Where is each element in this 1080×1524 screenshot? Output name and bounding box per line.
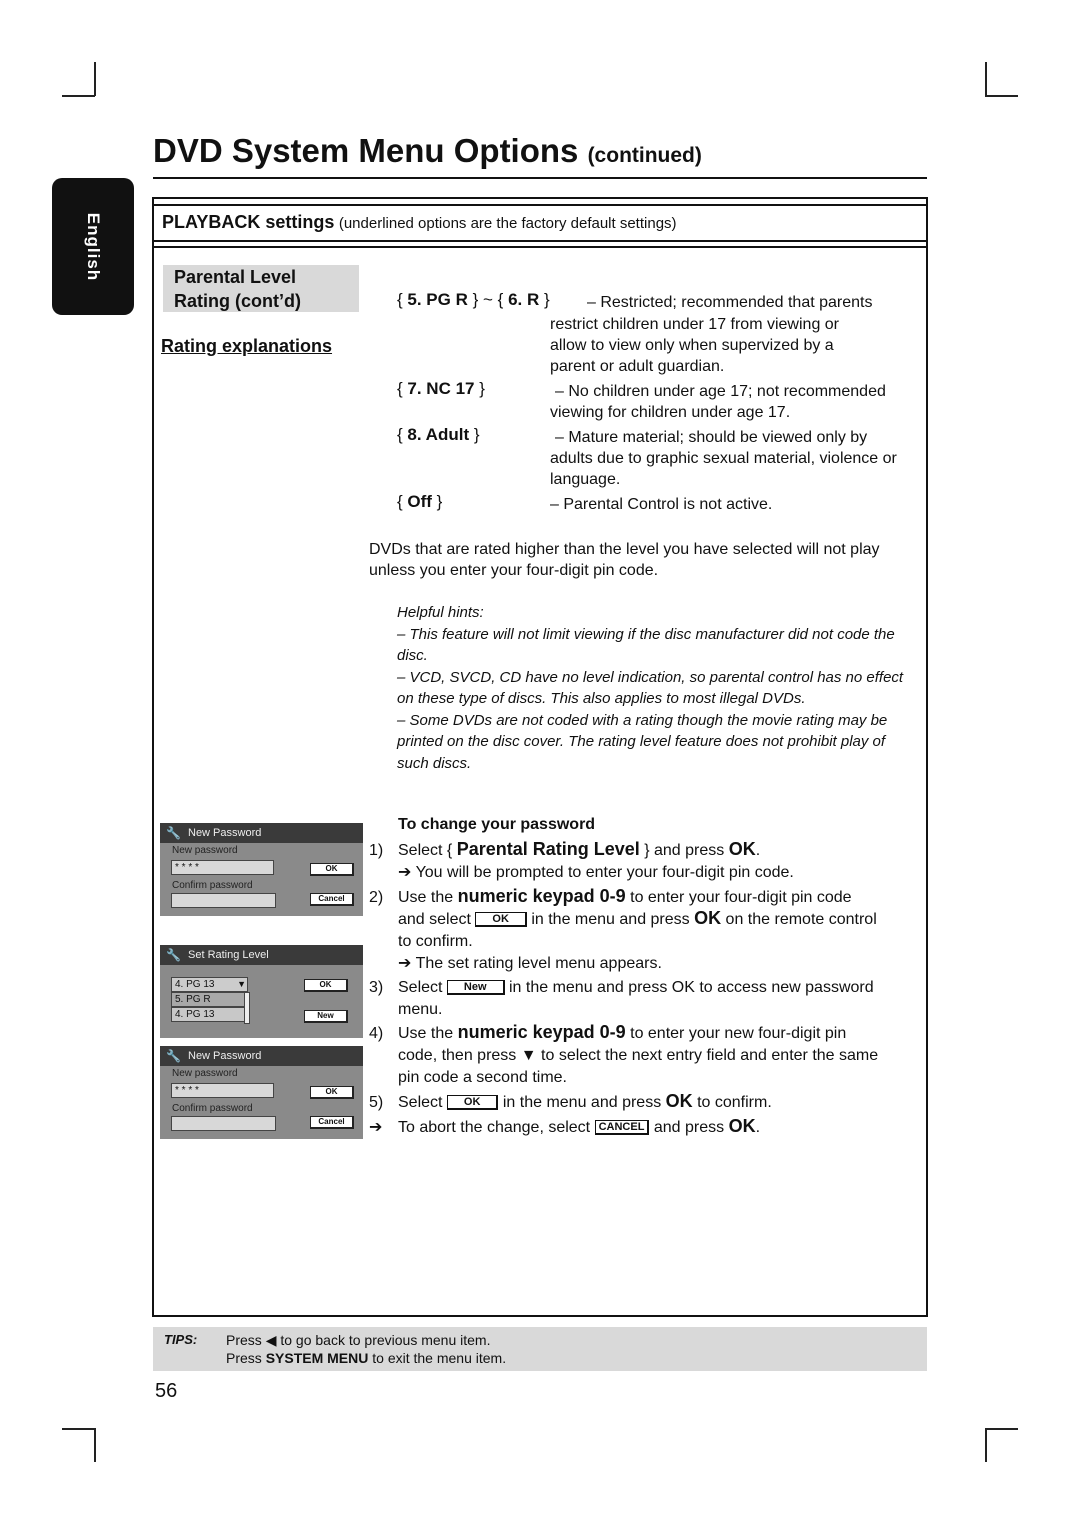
ok-button[interactable]: OK: [304, 979, 348, 992]
wrench-icon: 🔧: [166, 826, 181, 840]
ok-button-glyph: OK: [446, 1094, 499, 1110]
new-password-field[interactable]: * * * *: [171, 860, 274, 875]
dropdown-arrow-icon: ▼: [237, 979, 246, 989]
ok-button[interactable]: OK: [310, 1086, 354, 1099]
crop-mark: [985, 95, 1018, 97]
wrench-icon: 🔧: [166, 1049, 181, 1063]
left-arrow-icon: ◀: [265, 1332, 277, 1348]
title-suffix: (continued): [587, 144, 702, 167]
setting-name-line: Parental Level: [174, 267, 297, 287]
cancel-button[interactable]: Cancel: [310, 893, 354, 906]
rating-key: { Off }: [397, 492, 443, 511]
new-button[interactable]: New: [304, 1010, 348, 1023]
ok-button-glyph: OK: [475, 912, 527, 928]
section-header: PLAYBACK settings (underlined options ar…: [162, 212, 677, 233]
page-title: DVD System Menu Options (continued): [153, 132, 702, 170]
crop-mark: [985, 1428, 1018, 1430]
tips-label: TIPS:: [164, 1332, 198, 1347]
setting-name-line: Rating (cont’d): [174, 291, 301, 311]
rating-key: { 7. NC 17 }: [397, 379, 485, 398]
rating-description: – Parental Control is not active.: [550, 496, 773, 513]
title-main: DVD System Menu Options: [153, 132, 579, 169]
crop-mark: [94, 1428, 96, 1462]
divider: [154, 204, 926, 206]
confirm-password-field[interactable]: [171, 893, 276, 908]
tips-text: Press ◀ to go back to previous menu item…: [226, 1332, 507, 1366]
language-label: English: [84, 212, 103, 281]
rating-option[interactable]: 4. PG 13: [171, 1007, 245, 1022]
rating-key: { 8. Adult }: [397, 425, 480, 444]
cancel-button-glyph: CANCEL: [594, 1119, 650, 1135]
new-password-field[interactable]: * * * *: [171, 1083, 274, 1098]
rating-description: – Mature material; should be viewed only…: [550, 429, 897, 488]
confirm-password-field[interactable]: [171, 1116, 276, 1131]
section-note: (underlined options are the factory defa…: [338, 215, 677, 232]
hints-title: Helpful hints:: [397, 604, 484, 621]
rating-description: – Restricted; recommended that parents r…: [550, 294, 873, 375]
title-rule: [153, 177, 927, 179]
wrench-icon: 🔧: [166, 948, 181, 962]
new-password-screen: 🔧 New Password New password * * * * OK Co…: [160, 823, 363, 916]
manual-page: DVD System Menu Options (continued) Engl…: [0, 0, 1080, 1524]
crop-mark: [985, 62, 987, 96]
rating-option[interactable]: 5. PG R: [171, 992, 245, 1007]
divider: [154, 246, 926, 248]
note-paragraph: DVDs that are rated higher than the leve…: [369, 541, 880, 579]
page-number: 56: [155, 1380, 178, 1402]
set-rating-screen: 🔧 Set Rating Level 4. PG 13 ▼ 5. PG R 4. P…: [160, 945, 363, 1038]
ok-button[interactable]: OK: [310, 863, 354, 876]
down-arrow-icon: ▼: [520, 1047, 537, 1065]
arrow-icon: ➔: [369, 1118, 383, 1136]
language-tab: English: [52, 178, 134, 315]
crop-mark: [62, 95, 95, 97]
helpful-hints: Helpful hints: – This feature will not l…: [397, 604, 904, 772]
cancel-button[interactable]: Cancel: [310, 1116, 354, 1129]
scrollbar[interactable]: [244, 992, 250, 1024]
divider: [154, 240, 926, 242]
rating-key: { 5. PG R } ~ { 6. R }: [397, 290, 550, 309]
password-heading: To change your password: [398, 816, 596, 833]
new-password-screen: 🔧 New Password New password * * * * OK Co…: [160, 1046, 363, 1139]
tips-bar: TIPS: Press ◀ to go back to previous men…: [153, 1327, 927, 1371]
rating-description: – No children under age 17; not recommen…: [550, 383, 886, 421]
setting-name-box: Parental Level Rating (cont’d): [163, 265, 359, 312]
rating-dropdown[interactable]: 4. PG 13 ▼: [171, 977, 248, 992]
crop-mark: [62, 1428, 95, 1430]
section-label: PLAYBACK settings: [162, 212, 335, 232]
crop-mark: [985, 1428, 987, 1462]
crop-mark: [94, 62, 96, 96]
rating-explanations-heading: Rating explanations: [161, 336, 333, 356]
password-steps: 1) Select { Parental Rating Level } and p…: [369, 839, 878, 1138]
new-button-glyph: New: [446, 979, 505, 995]
